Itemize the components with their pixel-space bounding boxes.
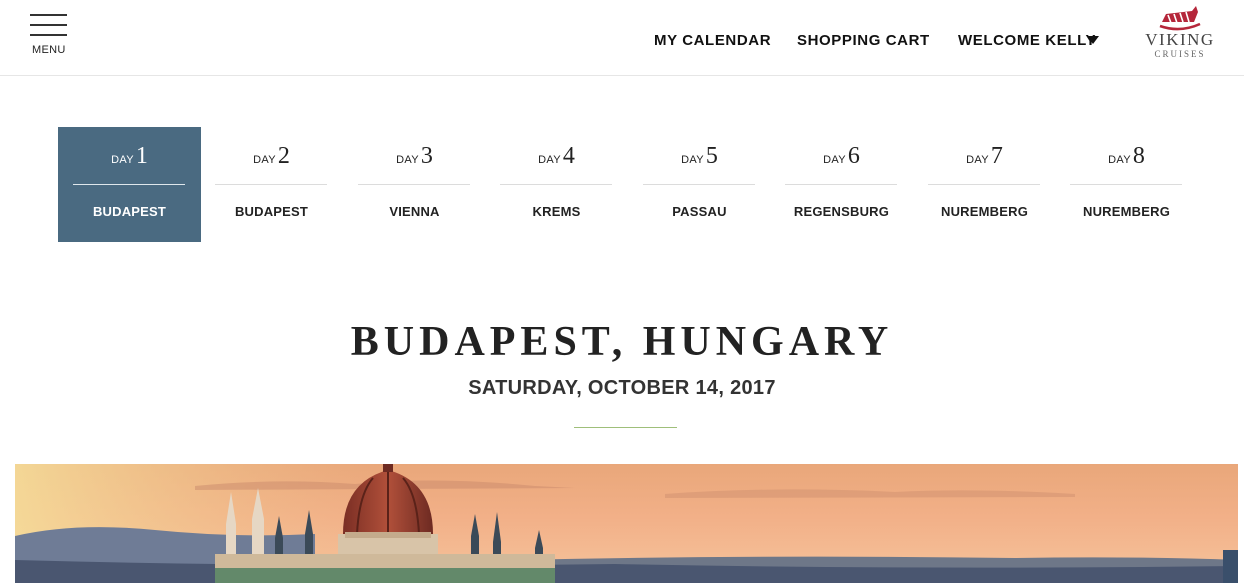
day-city: VIENNA [389,204,440,219]
day-tab-8[interactable]: DAY8 NUREMBERG [1055,127,1198,242]
day-city: NUREMBERG [1082,204,1171,219]
day-tab-5[interactable]: DAY5 PASSAU [628,127,771,242]
page: MENU MY CALENDAR SHOPPING CART WELCOME K… [0,0,1244,583]
day-city: REGENSBURG [793,204,890,219]
day-tab-4[interactable]: DAY4 KREMS [485,127,628,242]
budapest-parliament-image [15,464,1238,583]
menu-label: MENU [32,44,66,56]
day-label: DAY5 [681,143,718,169]
day-number: 4 [562,143,575,169]
divider [643,184,755,185]
logo-subtitle: CRUISES [1154,49,1206,59]
day-tab-3[interactable]: DAY3 VIENNA [343,127,486,242]
day-number: 5 [705,143,718,169]
day-label: DAY1 [111,143,148,169]
divider [785,184,897,185]
day-number: 3 [420,143,433,169]
itinerary-date: SATURDAY, OCTOBER 14, 2017 [468,377,776,399]
day-label: DAY4 [538,143,575,169]
day-label: DAY8 [1108,143,1145,169]
divider [73,184,185,185]
day-number: 2 [277,143,290,169]
hamburger-icon[interactable] [30,13,68,39]
logo-wordmark: VIKING [1145,30,1215,49]
day-city: BUDAPEST [92,204,167,219]
day-label: DAY3 [396,143,433,169]
day-city: BUDAPEST [234,204,309,219]
hero-image [15,464,1238,583]
divider [1070,184,1182,185]
day-number: 1 [135,143,148,169]
day-tab-1[interactable]: DAY1 BUDAPEST [58,127,201,242]
divider [358,184,470,185]
day-label: DAY6 [823,143,860,169]
day-number: 6 [847,143,860,169]
divider [215,184,327,185]
site-header: MENU MY CALENDAR SHOPPING CART WELCOME K… [0,0,1244,76]
day-number: 8 [1132,143,1145,169]
day-label: DAY7 [966,143,1003,169]
my-calendar-link[interactable]: MY CALENDAR [654,32,771,49]
divider [928,184,1040,185]
day-tab-2[interactable]: DAY2 BUDAPEST [200,127,343,242]
caret-down-icon[interactable] [1087,36,1099,44]
day-tab-6[interactable]: DAY6 REGENSBURG [770,127,913,242]
day-tab-7[interactable]: DAY7 NUREMBERG [913,127,1056,242]
day-city: NUREMBERG [940,204,1029,219]
welcome-user-menu[interactable]: WELCOME KELLY [958,32,1096,49]
divider [500,184,612,185]
accent-divider [574,427,677,428]
menu-button[interactable]: MENU [30,13,68,59]
day-number: 7 [990,143,1003,169]
day-city: KREMS [532,204,581,219]
shopping-cart-link[interactable]: SHOPPING CART [797,32,930,49]
viking-cruises-logo[interactable]: VIKING CRUISES [1138,6,1222,64]
day-city: PASSAU [672,204,727,219]
day-label: DAY2 [253,143,290,169]
page-title: BUDAPEST, HUNGARY [350,319,894,365]
